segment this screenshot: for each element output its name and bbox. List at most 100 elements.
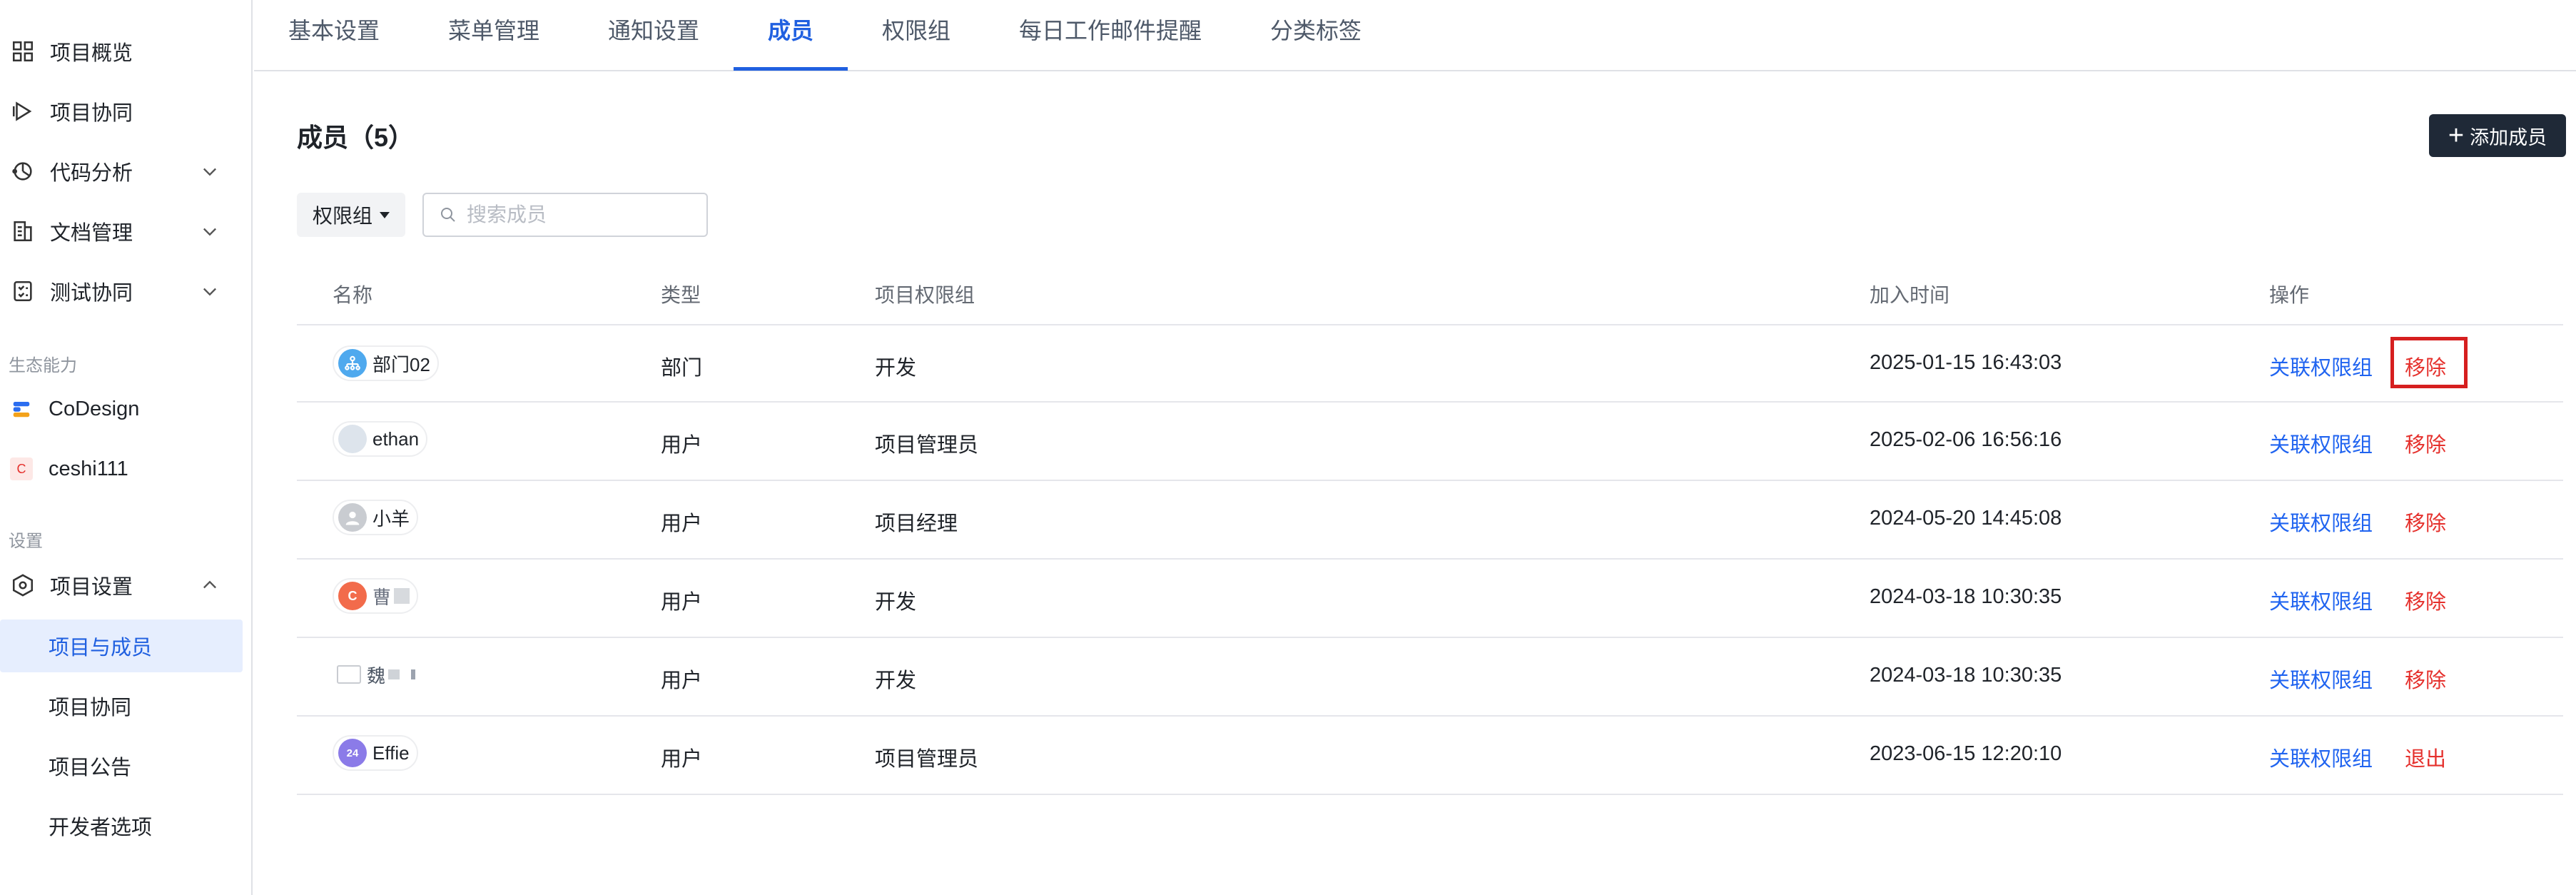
sidebar-item-collab[interactable]: 项目协同 [0, 86, 243, 137]
department-icon [338, 349, 367, 378]
tab-permission-groups[interactable]: 权限组 [882, 0, 950, 71]
tab-daily-email[interactable]: 每日工作邮件提醒 [1019, 0, 1202, 71]
member-type: 部门 [661, 357, 703, 380]
column-header-name: 名称 [333, 284, 373, 306]
tab-bar: 基本设置 菜单管理 通知设置 成员 权限组 每日工作邮件提醒 分类标签 [254, 0, 2576, 71]
blurred-name [394, 588, 410, 604]
section-label-settings: 设置 [9, 532, 43, 551]
section-label-ecosystem: 生态能力 [9, 356, 77, 375]
chevron-down-icon[interactable] [200, 221, 220, 241]
link-permission-group-button[interactable]: 关联权限组 [2269, 742, 2373, 772]
sidebar-subitem-announcement[interactable]: 项目公告 [0, 739, 243, 792]
remove-member-button[interactable]: 移除 [2405, 664, 2446, 694]
sidebar-item-label: ceshi111 [49, 457, 128, 480]
chevron-up-icon[interactable] [200, 575, 220, 595]
row-divider [297, 558, 2563, 560]
sidebar-item-docs[interactable]: 文档管理 [0, 206, 243, 257]
blurred-name [388, 669, 400, 679]
tab-notifications[interactable]: 通知设置 [608, 0, 699, 71]
member-type: 用户 [661, 512, 703, 535]
caret-down-icon [380, 211, 390, 218]
default-avatar-icon [338, 503, 367, 532]
sidebar-item-label: 项目协同 [50, 102, 133, 125]
member-group: 开发 [875, 591, 917, 614]
tab-members[interactable]: 成员 [768, 0, 813, 71]
link-permission-group-button[interactable]: 关联权限组 [2269, 351, 2373, 381]
link-permission-group-button[interactable]: 关联权限组 [2269, 507, 2373, 537]
permission-group-filter[interactable]: 权限组 [297, 193, 405, 237]
tab-category-tags[interactable]: 分类标签 [1270, 0, 1361, 71]
member-group: 开发 [875, 669, 917, 692]
sidebar-item-label: 项目概览 [50, 42, 133, 65]
project-badge: C [10, 457, 33, 480]
column-header-group: 项目权限组 [875, 284, 975, 306]
column-header-actions: 操作 [2269, 284, 2310, 306]
sidebar-item-project-settings[interactable]: 项目设置 [0, 560, 243, 611]
link-permission-group-button[interactable]: 关联权限组 [2269, 585, 2373, 615]
blurred-name [411, 669, 416, 679]
chevron-down-icon[interactable] [200, 161, 220, 181]
member-chip: C 曹 [333, 578, 419, 614]
document-icon [10, 218, 36, 244]
member-chip: ethan [333, 421, 428, 457]
sidebar-item-codesign[interactable]: CoDesign [0, 383, 243, 435]
link-permission-group-button[interactable]: 关联权限组 [2269, 428, 2373, 458]
row-divider [297, 794, 2563, 795]
image-avatar [337, 665, 361, 684]
member-chip: 部门02 [333, 345, 439, 381]
sidebar-item-testing[interactable]: 测试协同 [0, 266, 243, 317]
remove-member-button[interactable]: 移除 [2405, 507, 2446, 537]
avatar: 24 [338, 739, 367, 767]
link-permission-group-button[interactable]: 关联权限组 [2269, 664, 2373, 694]
remove-member-button[interactable]: 移除 [2405, 428, 2446, 458]
member-chip: 魏 [333, 657, 422, 692]
remove-member-button[interactable]: 移除 [2405, 585, 2446, 615]
sidebar-item-label: 测试协同 [50, 282, 133, 305]
search-box [422, 193, 708, 237]
chevron-down-icon[interactable] [200, 281, 220, 301]
member-joined: 2023-06-15 12:20:10 [1870, 742, 2062, 765]
exit-project-button[interactable]: 退出 [2405, 742, 2446, 772]
row-divider [297, 480, 2563, 481]
sidebar-item-label: 代码分析 [50, 162, 133, 185]
member-joined: 2024-05-20 14:45:08 [1870, 507, 2062, 530]
avatar: C [338, 582, 367, 610]
search-icon [441, 208, 455, 222]
member-group: 项目管理员 [875, 748, 979, 771]
codesign-logo [10, 398, 33, 420]
column-header-joined: 加入时间 [1870, 284, 1950, 306]
sidebar-item-code-analysis[interactable]: 代码分析 [0, 146, 243, 197]
search-input[interactable] [467, 203, 695, 226]
active-tab-indicator [734, 67, 848, 71]
row-divider [297, 401, 2563, 403]
tab-menu-management[interactable]: 菜单管理 [448, 0, 539, 71]
sidebar-subitem-project-collab[interactable]: 项目协同 [0, 679, 243, 732]
member-type: 用户 [661, 748, 703, 771]
sidebar-item-label: 项目设置 [50, 576, 133, 599]
member-group: 项目经理 [875, 512, 958, 535]
member-group: 项目管理员 [875, 434, 979, 457]
plus-icon: + [2448, 121, 2465, 151]
sidebar-subitem-project-members[interactable]: 项目与成员 [0, 620, 243, 672]
member-joined: 2024-03-18 10:30:35 [1870, 664, 2062, 687]
member-type: 用户 [661, 434, 703, 457]
add-member-button[interactable]: + 添加成员 [2429, 114, 2566, 157]
highlight-box [2390, 337, 2468, 388]
member-type: 用户 [661, 669, 703, 692]
row-divider [297, 715, 2563, 717]
avatar [338, 425, 367, 453]
tab-basic-settings[interactable]: 基本设置 [288, 0, 380, 71]
code-analysis-icon [10, 158, 36, 184]
page-title: 成员（5） [297, 123, 415, 152]
play-icon [10, 98, 36, 124]
hexagon-settings-icon [10, 572, 36, 598]
sidebar-item-overview[interactable]: 项目概览 [0, 26, 243, 77]
sidebar-subitem-developer[interactable]: 开发者选项 [0, 799, 243, 852]
checklist-icon [10, 278, 36, 304]
member-type: 用户 [661, 591, 703, 614]
member-chip: 小羊 [333, 500, 419, 535]
sidebar-item-ceshi111[interactable]: C ceshi111 [0, 443, 243, 495]
sidebar-item-label: CoDesign [49, 397, 140, 420]
row-divider [297, 637, 2563, 638]
column-header-type: 类型 [661, 284, 701, 306]
